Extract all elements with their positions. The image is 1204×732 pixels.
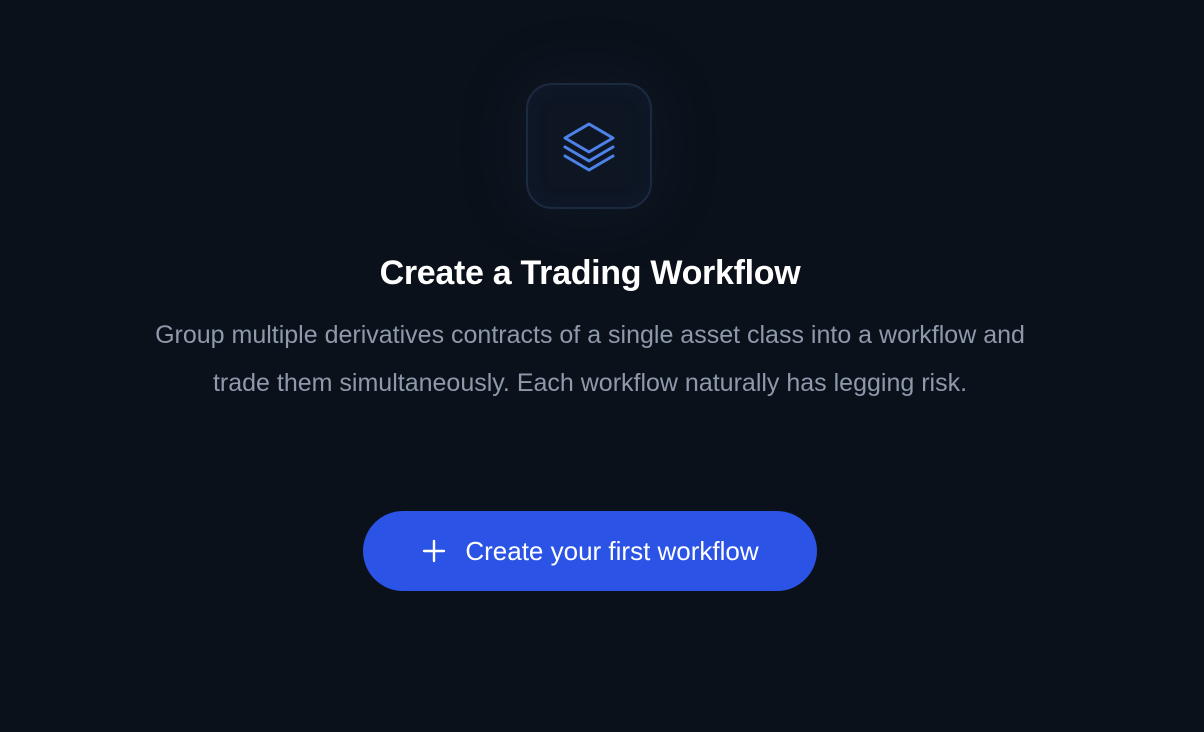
plus-icon [421, 538, 447, 564]
empty-state-description: Group multiple derivatives contracts of … [155, 321, 1025, 397]
create-first-workflow-label: Create your first workflow [465, 535, 759, 566]
layers-icon [563, 122, 615, 172]
page-title: Create a Trading Workflow [379, 254, 801, 292]
workflow-icon-tile [526, 83, 652, 209]
empty-state: Create a Trading Workflow Group multiple… [0, 0, 1204, 732]
create-first-workflow-button[interactable]: Create your first workflow [363, 511, 817, 591]
